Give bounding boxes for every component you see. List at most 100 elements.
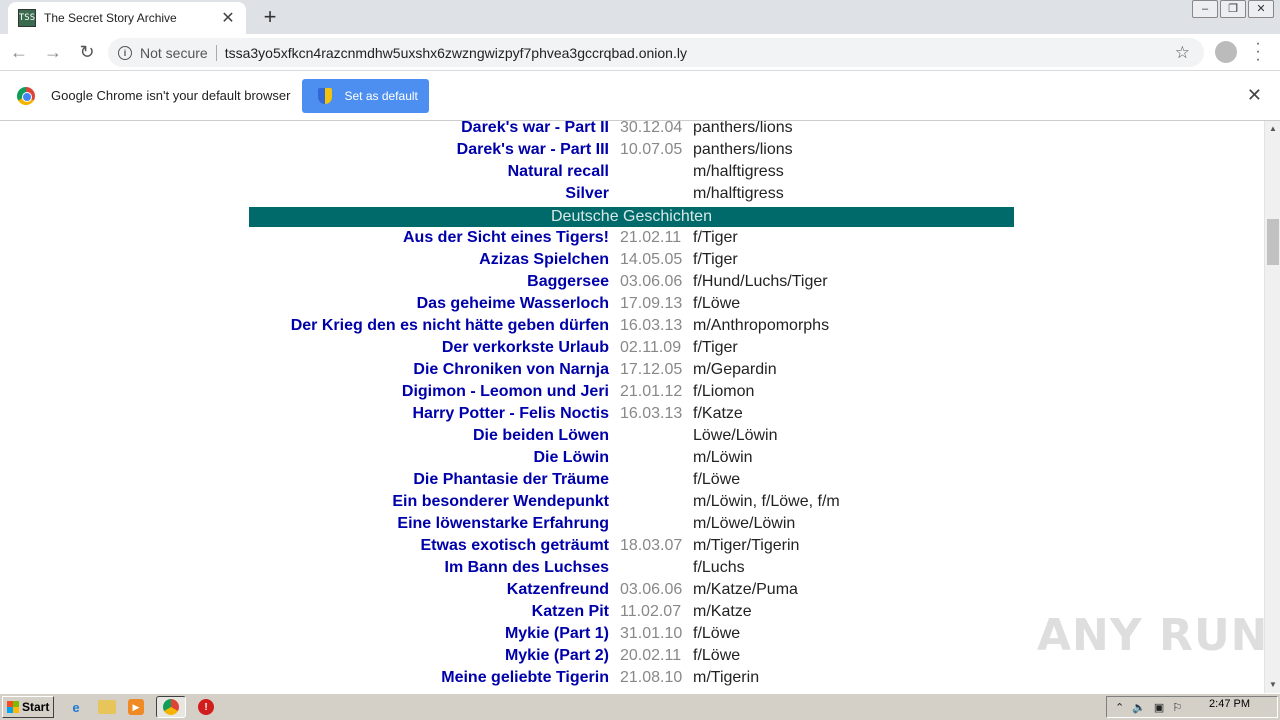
back-arrow-icon[interactable]: ← — [4, 37, 34, 67]
scroll-up-icon[interactable]: ▲ — [1265, 121, 1280, 137]
system-tray: ⌃ 🔈 ▣ ⚐ — [1106, 696, 1278, 718]
forward-arrow-icon[interactable]: → — [38, 37, 68, 67]
story-title-link[interactable]: Mykie (Part 2) — [505, 647, 609, 665]
url-text[interactable]: tssa3yo5xfkcn4razcnmdhw5uxshx6zwzngwizpy… — [225, 45, 1175, 61]
story-tags: f/Luchs — [693, 559, 745, 576]
story-tags: m/Katze — [693, 603, 752, 620]
story-date: 10.07.05 — [620, 141, 683, 158]
flag-icon[interactable]: ⚐ — [1172, 701, 1182, 714]
tray-arrow-icon[interactable]: ⌃ — [1115, 701, 1124, 714]
story-tags: m/Tigerin — [693, 669, 760, 686]
story-row: Etwas exotisch geträumt 18.03.07 m/Tiger/T… — [0, 535, 1264, 557]
story-title-link[interactable]: Darek's war - Part III — [457, 141, 609, 159]
story-row: Die Löwin m/Löwin — [0, 447, 1264, 469]
network-icon[interactable]: ▣ — [1154, 701, 1164, 714]
story-title-link[interactable]: Natural recall — [508, 163, 609, 181]
story-date: 18.03.07 — [620, 537, 683, 554]
browser-tab[interactable]: TSS The Secret Story Archive ✕ — [8, 2, 246, 34]
set-as-default-button[interactable]: Set as default — [302, 78, 430, 113]
story-title-link[interactable]: Etwas exotisch geträumt — [421, 537, 610, 555]
story-tags: f/Katze — [693, 405, 743, 422]
default-browser-infobar: Google Chrome isn't your default browser… — [0, 71, 1280, 121]
story-title-link[interactable]: Im Bann des Luchses — [445, 559, 610, 577]
profile-avatar-icon[interactable] — [1215, 41, 1237, 63]
story-title-link[interactable]: Die beiden Löwen — [473, 427, 609, 445]
tab-close-icon[interactable]: ✕ — [220, 8, 236, 28]
story-tags: f/Tiger — [693, 251, 738, 268]
story-tags: m/Katze/Puma — [693, 581, 798, 598]
story-title-link[interactable]: Das geheime Wasserloch — [417, 295, 609, 313]
story-tags: f/Hund/Luchs/Tiger — [693, 273, 828, 290]
story-tags: m/halftigress — [693, 163, 784, 180]
story-row: Eine löwenstarke Erfahrung m/Löwe/Löwin — [0, 513, 1264, 535]
story-date: 17.12.05 — [620, 361, 683, 378]
story-title-link[interactable]: Darek's war - Part II — [461, 121, 609, 137]
story-title-link[interactable]: Eine löwenstarke Erfahrung — [397, 515, 609, 533]
menu-dots-icon[interactable]: · · · — [1252, 36, 1264, 68]
story-title-link[interactable]: Der Krieg den es nicht hätte geben dürfe… — [291, 317, 609, 335]
minimize-icon[interactable]: – — [1192, 0, 1218, 18]
story-title-link[interactable]: Ein besonderer Wendepunkt — [392, 493, 609, 511]
stop-icon[interactable]: ! — [198, 699, 214, 715]
story-row: Die Chroniken von Narnja 17.12.05 m/Gepard… — [0, 359, 1264, 381]
infobar-close-icon[interactable]: ✕ — [1247, 85, 1262, 106]
address-bar[interactable]: i Not secure tssa3yo5xfkcn4razcnmdhw5uxs… — [108, 38, 1204, 67]
story-tags: Löwe/Löwin — [693, 427, 778, 444]
not-secure-label: Not secure — [140, 44, 208, 61]
story-title-link[interactable]: Die Phantasie der Träume — [413, 471, 609, 489]
internet-explorer-icon[interactable]: e — [66, 697, 86, 717]
close-window-icon[interactable]: ✕ — [1248, 0, 1274, 18]
story-row: Der verkorkste Urlaub 02.11.09 f/Tiger — [0, 337, 1264, 359]
story-title-link[interactable]: Azizas Spielchen — [479, 251, 609, 269]
media-player-icon[interactable]: ▶ — [128, 699, 144, 715]
story-tags: f/Löwe — [693, 471, 741, 488]
story-date: 03.06.06 — [620, 581, 683, 598]
story-title-link[interactable]: Meine geliebte Tigerin — [441, 669, 609, 687]
windows-taskbar: Start e ▶ ! ⌃ 🔈 ▣ ⚐ 2:47 PM — [0, 693, 1280, 720]
story-title-link[interactable]: Aus der Sicht eines Tigers! — [403, 229, 609, 247]
story-title-link[interactable]: Der verkorkste Urlaub — [442, 339, 609, 357]
site-favicon-icon: TSS — [18, 9, 36, 27]
folder-icon[interactable] — [98, 700, 116, 714]
story-row: Darek's war - Part III 10.07.05 panthers/l… — [0, 139, 1264, 161]
story-title-link[interactable]: Baggersee — [527, 273, 609, 291]
story-title-link[interactable]: Silver — [565, 185, 609, 203]
restore-icon[interactable]: ❐ — [1220, 0, 1246, 18]
chrome-taskbar-icon[interactable] — [156, 696, 186, 718]
story-row: Darek's war - Part II 30.12.04 panthers/li… — [0, 121, 1264, 139]
story-tags: f/Löwe — [693, 625, 741, 642]
story-row: Der Krieg den es nicht hätte geben dürfe… — [0, 315, 1264, 337]
story-title-link[interactable]: Mykie (Part 1) — [505, 625, 609, 643]
story-title-link[interactable]: Digimon - Leomon und Jeri — [402, 383, 609, 401]
story-tags: m/Löwe/Löwin — [693, 515, 796, 532]
story-tags: m/halftigress — [693, 185, 784, 202]
vertical-scrollbar[interactable]: ▲ ▼ — [1264, 121, 1280, 693]
scroll-thumb[interactable] — [1267, 219, 1279, 265]
browser-toolbar: ← → ↻ i Not secure tssa3yo5xfkcn4razcnmd… — [0, 34, 1280, 71]
story-title-link[interactable]: Katzenfreund — [507, 581, 609, 599]
info-icon[interactable]: i — [118, 45, 132, 60]
browser-titlebar: TSS The Secret Story Archive ✕ + – ❐ ✕ — [0, 0, 1280, 34]
story-title-link[interactable]: Die Löwin — [533, 449, 609, 467]
bookmark-star-icon[interactable]: ☆ — [1175, 43, 1190, 63]
story-tags: panthers/lions — [693, 121, 793, 136]
story-row: Katzenfreund 03.06.06 m/Katze/Puma — [0, 579, 1264, 601]
story-title-link[interactable]: Die Chroniken von Narnja — [413, 361, 609, 379]
start-button[interactable]: Start — [2, 696, 54, 718]
story-title-link[interactable]: Harry Potter - Felis Noctis — [413, 405, 610, 423]
story-row: Meine geliebte Tigerin 21.08.10 m/Tigerin — [0, 667, 1264, 689]
volume-icon[interactable]: 🔈 — [1132, 701, 1146, 714]
taskbar-clock[interactable]: 2:47 PM — [1209, 698, 1250, 710]
section-header: Deutsche Geschichten — [249, 207, 1014, 227]
scroll-down-icon[interactable]: ▼ — [1265, 677, 1280, 693]
new-tab-button[interactable]: + — [258, 4, 282, 30]
story-title-link[interactable]: Katzen Pit — [532, 603, 609, 621]
story-date: 21.08.10 — [620, 669, 683, 686]
story-tags: m/Anthropomorphs — [693, 317, 830, 334]
story-date: 03.06.06 — [620, 273, 683, 290]
story-date: 21.02.11 — [620, 229, 682, 246]
anyrun-watermark: ANY RUN — [1037, 610, 1269, 661]
reload-icon[interactable]: ↻ — [72, 37, 102, 67]
story-tags: f/Liomon — [693, 383, 755, 400]
story-date: 16.03.13 — [620, 317, 683, 334]
